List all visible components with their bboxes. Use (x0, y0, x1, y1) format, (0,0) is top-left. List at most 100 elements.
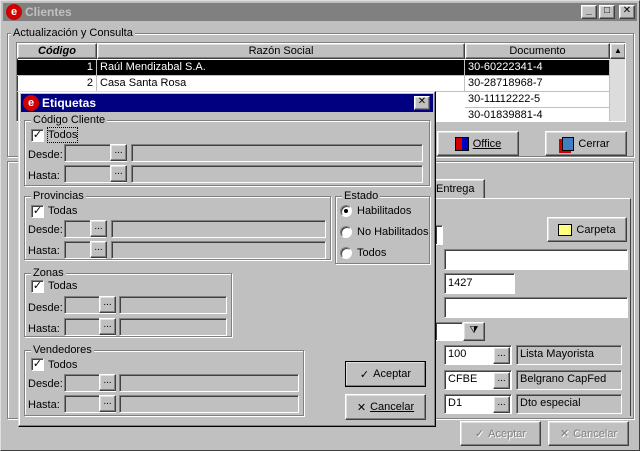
todas-provincias-checkbox[interactable]: ✓ (31, 205, 44, 218)
desde-label: Desde: (28, 224, 63, 236)
lookup-desc-field: Belgrano CapFed (516, 370, 622, 390)
codigo-desde-desc (131, 144, 423, 162)
desde-label: Desde: (28, 378, 63, 390)
update-group-label: Actualización y Consulta (11, 26, 135, 40)
vendedores-desde-ellipsis-button[interactable]: ... (99, 374, 116, 391)
check-icon: ✓ (359, 368, 370, 381)
lookup-code-value: D1 (448, 397, 463, 409)
app-icon: e (6, 4, 22, 20)
desde-label: Desde: (28, 149, 63, 161)
lookup-ellipsis-button[interactable]: ... (493, 347, 510, 364)
estado-option-label: No Habilitados (357, 226, 429, 238)
lookup-ellipsis-button[interactable]: ... (493, 372, 510, 389)
table-cell-razon[interactable]: Casa Santa Rosa (97, 76, 465, 92)
table-cell-documento[interactable]: 30-28718968-7 (465, 76, 610, 92)
main-accept-label: Aceptar (488, 427, 527, 440)
col-header-razon[interactable]: Razón Social (97, 43, 465, 59)
vendedores-desde-desc (119, 374, 299, 392)
desde-label: Desde: (28, 302, 63, 314)
dialog-accept-button[interactable]: ✓ Aceptar (345, 361, 426, 387)
close-button-label: Cerrar (578, 137, 610, 150)
dialog-title-bar[interactable]: e Etiquetas ✕ (21, 94, 433, 112)
lookup-desc-value: Dto especial (520, 397, 581, 409)
funnel-icon: ⧩ (469, 325, 479, 336)
dialog-cancel-button[interactable]: ✕ Cancelar (345, 394, 426, 420)
zonas-desde-desc (119, 296, 227, 314)
close-window-button[interactable]: ✕ (619, 5, 635, 19)
close-button[interactable]: Cerrar (545, 131, 627, 156)
dialog-cancel-label: Cancelar (370, 401, 415, 413)
main-cancel-label: Cancelar (573, 427, 618, 440)
lookup-desc-value: Lista Mayorista (520, 348, 594, 360)
codigo-desde-ellipsis-button[interactable]: ... (110, 144, 127, 161)
hasta-label: Hasta: (28, 170, 60, 182)
estado-label: Estado (342, 189, 381, 203)
table-cell-documento[interactable]: 30-11112222-5 (465, 92, 610, 108)
col-header-documento-label: Documento (509, 45, 566, 57)
table-cell-codigo[interactable]: 1 (17, 60, 97, 76)
todos-clientes-checkbox[interactable]: ✓ (31, 129, 44, 142)
zonas-hasta-desc (119, 318, 227, 336)
estado-radio-todos[interactable] (340, 247, 352, 259)
main-cancel-button[interactable]: ✕ Cancelar (548, 421, 629, 446)
maximize-button[interactable]: □ (599, 5, 615, 19)
provincias-desde-desc (111, 220, 326, 238)
main-accept-button[interactable]: ✓ Aceptar (460, 421, 541, 446)
estado-radio-no-habilitados[interactable] (340, 226, 352, 238)
col-header-documento[interactable]: Documento (465, 43, 610, 59)
text-field[interactable] (444, 297, 628, 318)
hasta-label: Hasta: (28, 245, 60, 257)
provincias-desde-ellipsis-button[interactable]: ... (90, 220, 107, 237)
hasta-label: Hasta: (28, 399, 60, 411)
codigo-hasta-desc (131, 165, 423, 183)
office-button[interactable]: Office (437, 131, 519, 156)
col-header-codigo[interactable]: Código (17, 43, 97, 59)
minimize-button[interactable]: _ (581, 5, 597, 19)
main-title-bar[interactable]: e Clientes _ □ ✕ (3, 3, 637, 21)
office-icon (454, 136, 469, 151)
table-cell-documento[interactable]: 30-60222341-4 (465, 60, 610, 76)
carpeta-button[interactable]: Carpeta (547, 217, 627, 242)
text-field[interactable] (444, 249, 628, 270)
lookup-desc-field: Lista Mayorista (516, 345, 622, 365)
zonas-label: Zonas (31, 266, 66, 280)
todos-vendedores-checkbox[interactable]: ✓ (31, 358, 44, 371)
col-header-razon-label: Razón Social (248, 45, 314, 57)
hasta-label: Hasta: (28, 323, 60, 335)
table-cell-documento[interactable]: 30-01839881-4 (465, 108, 610, 121)
todas-zonas-label: Todas (48, 280, 78, 292)
todos-clientes-label: Todos (46, 127, 79, 143)
provincias-hasta-desc (111, 241, 326, 259)
zonas-desde-ellipsis-button[interactable]: ... (99, 296, 116, 313)
tab-entrega[interactable]: Entrega (429, 179, 485, 199)
estado-radio-habilitados[interactable] (340, 205, 352, 217)
table-cell-codigo[interactable]: 2 (17, 76, 97, 92)
x-icon: ✕ (559, 428, 570, 440)
provincias-hasta-ellipsis-button[interactable]: ... (90, 241, 107, 258)
text-field[interactable] (435, 225, 443, 245)
zip-field[interactable]: 1427 (444, 273, 515, 294)
dialog-close-button[interactable]: ✕ (414, 96, 430, 110)
dropdown-button[interactable]: ⧩ (463, 322, 485, 341)
vendedores-hasta-desc (119, 395, 299, 413)
todas-zonas-checkbox[interactable]: ✓ (31, 280, 44, 293)
zonas-hasta-ellipsis-button[interactable]: ... (99, 318, 116, 335)
date-field[interactable] (435, 322, 463, 341)
codigo-hasta-ellipsis-button[interactable]: ... (110, 165, 127, 182)
tab-entrega-label: Entrega (436, 183, 475, 195)
codigo-cliente-label: Código Cliente (31, 113, 108, 127)
exit-door-icon (562, 136, 575, 151)
estado-option-label: Todos (357, 247, 387, 259)
lookup-desc-field: Dto especial (516, 394, 622, 414)
dialog-accept-label: Aceptar (373, 368, 412, 380)
scroll-up-arrow-icon[interactable]: ▲ (610, 43, 625, 59)
vendedores-label: Vendedores (31, 343, 94, 357)
table-scrollbar[interactable]: ▲ (610, 43, 625, 121)
dialog-title: Etiquetas (42, 96, 97, 110)
table-cell-razon[interactable]: Raúl Mendizabal S.A. (97, 60, 465, 76)
folder-icon (558, 223, 573, 236)
todos-vendedores-label: Todos (48, 359, 78, 371)
lookup-ellipsis-button[interactable]: ... (493, 396, 510, 413)
vendedores-hasta-ellipsis-button[interactable]: ... (99, 395, 116, 412)
lookup-code-value: CFBE (448, 373, 478, 385)
